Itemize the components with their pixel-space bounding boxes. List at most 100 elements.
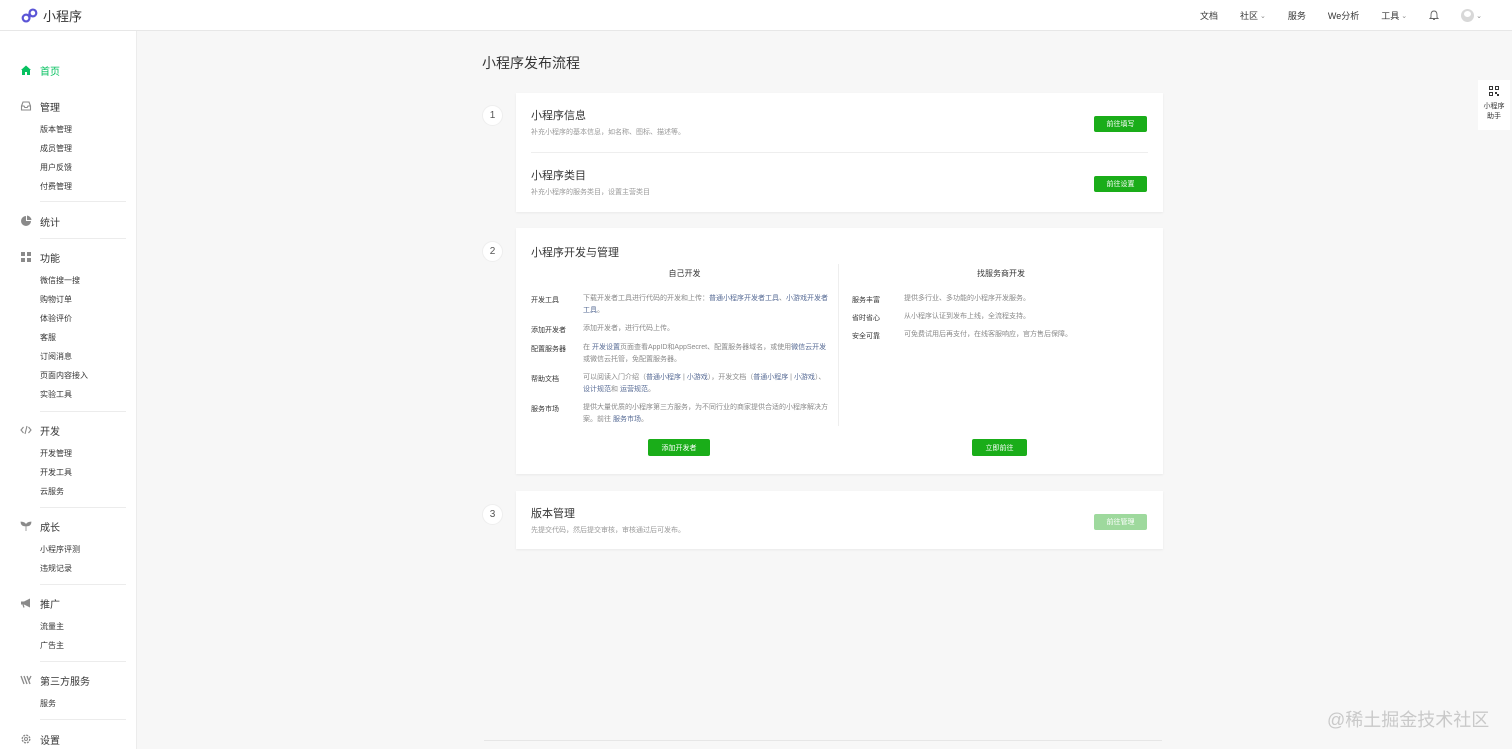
chevron-down-icon: ⌄ — [1260, 12, 1266, 20]
notification-bell-icon[interactable] — [1429, 10, 1440, 21]
dev-settings-link[interactable]: 开发设置 — [592, 344, 620, 351]
design-guide-link[interactable]: 设计规范 — [583, 386, 611, 393]
user-avatar[interactable]: ⌄ — [1461, 9, 1482, 22]
sidebar-item-dev-manage[interactable]: 开发管理 — [40, 444, 137, 463]
info-desc: 补充小程序的基本信息，如名称、图标、描述等。 — [531, 129, 685, 136]
add-developer-button[interactable]: 添加开发者 — [648, 439, 710, 456]
home-icon — [20, 64, 32, 76]
page-title: 小程序发布流程 — [482, 55, 580, 71]
intro-miniprogram-link[interactable]: 普通小程序 — [646, 374, 681, 381]
step-number-2: 2 — [482, 241, 503, 262]
footer-divider — [484, 740, 1162, 741]
nav-tools[interactable]: 工具 ⌄ — [1381, 9, 1407, 22]
sidebar-features-group: 功能 微信搜一搜 购物订单 体验评价 客服 订阅消息 页面内容接入 实验工具 — [0, 249, 137, 404]
watermark: @稀土掘金技术社区 — [1327, 710, 1490, 730]
mini-program-assistant[interactable]: 小程序 助手 — [1478, 80, 1510, 130]
sidebar-item-third-party[interactable]: 第三方服务 — [0, 672, 137, 688]
code-icon — [20, 424, 32, 436]
sidebar-divider — [40, 238, 126, 239]
sidebar-item-growth[interactable]: 成长 — [0, 518, 137, 534]
nav-we-analytics[interactable]: We分析 — [1328, 9, 1359, 22]
text-segment: 。 — [597, 307, 604, 314]
sidebar-item-services[interactable]: 服务 — [40, 694, 137, 713]
sidebar-item-subscribe-messages[interactable]: 订阅消息 — [40, 347, 137, 366]
text-segment: 、 — [779, 295, 786, 302]
nav-community-label: 社区 — [1239, 11, 1258, 21]
vendor-dev-row-text: 从小程序认证到发布上线，全流程支持。 — [904, 313, 1030, 320]
dev-manage-title: 小程序开发与管理 — [531, 247, 619, 259]
docs-minigame-link[interactable]: 小游戏 — [794, 374, 815, 381]
third-party-icon — [20, 674, 32, 686]
nav-docs[interactable]: 文档 — [1200, 9, 1218, 22]
intro-minigame-link[interactable]: 小游戏 — [687, 374, 708, 381]
self-dev-row-text: 添加开发者，进行代码上传。 — [583, 325, 674, 332]
inbox-icon — [20, 100, 32, 112]
sidebar-divider — [40, 584, 126, 585]
standard-devtools-link[interactable]: 普通小程序开发者工具 — [709, 295, 779, 302]
sidebar-item-dev[interactable]: 开发 — [0, 422, 137, 438]
logo-text: 小程序 — [43, 9, 83, 24]
set-category-button[interactable]: 前往设置 — [1094, 176, 1147, 192]
logo[interactable]: 小程序 — [21, 6, 82, 25]
assistant-label-line2: 助手 — [1487, 113, 1501, 120]
text-segment: 和 — [611, 386, 620, 393]
text-segment: 可以阅读入门介绍（ — [583, 374, 646, 381]
sidebar-item-evaluation[interactable]: 小程序评测 — [40, 540, 137, 559]
category-desc: 补充小程序的服务类目，设置主营类目 — [531, 189, 650, 196]
sidebar-manage-label: 管理 — [40, 102, 60, 114]
card-divider — [531, 152, 1148, 153]
sidebar-item-publisher[interactable]: 流量主 — [40, 617, 137, 636]
step2-card: 小程序开发与管理 自己开发 开发工具 下载开发者工具进行代码的开发和上传：普通小… — [516, 228, 1163, 474]
sidebar-settings-group: 设置 — [0, 731, 137, 747]
sidebar: 首页 管理 版本管理 成员管理 用户反馈 付费管理 统计 功能 微信搜一搜 购物… — [0, 31, 137, 749]
sidebar-item-user-feedback[interactable]: 用户反馈 — [40, 158, 137, 177]
avatar-icon — [1461, 9, 1475, 22]
sidebar-item-experience-rating[interactable]: 体验评价 — [40, 309, 137, 328]
sidebar-item-member-manage[interactable]: 成员管理 — [40, 139, 137, 158]
sidebar-growth-label: 成长 — [40, 522, 60, 534]
text-segment: 下载开发者工具进行代码的开发和上传： — [583, 295, 709, 302]
cloud-dev-link[interactable]: 微信云开发 — [791, 344, 826, 351]
sidebar-item-payment-manage[interactable]: 付费管理 — [40, 177, 137, 196]
sidebar-item-promote[interactable]: 推广 — [0, 595, 137, 611]
sidebar-item-customer-service[interactable]: 客服 — [40, 328, 137, 347]
operation-guide-link[interactable]: 运营规范 — [620, 386, 648, 393]
category-title: 小程序类目 — [531, 170, 586, 182]
nav-tools-label: 工具 — [1381, 11, 1400, 21]
self-dev-row-label: 帮助文档 — [531, 376, 559, 383]
docs-miniprogram-link[interactable]: 普通小程序 — [753, 374, 788, 381]
sidebar-item-home[interactable]: 首页 — [0, 62, 137, 78]
sidebar-item-dev-tools[interactable]: 开发工具 — [40, 463, 137, 482]
sidebar-item-page-content[interactable]: 页面内容接入 — [40, 366, 137, 385]
sidebar-item-version-manage[interactable]: 版本管理 — [40, 120, 137, 139]
sidebar-stats-group: 统计 — [0, 213, 137, 229]
self-dev-heading: 自己开发 — [668, 269, 701, 278]
sidebar-item-manage[interactable]: 管理 — [0, 98, 137, 114]
step-number-1: 1 — [482, 105, 503, 126]
sidebar-item-stats[interactable]: 统计 — [0, 213, 137, 229]
self-dev-row-text: 在 开发设置页面查看AppID和AppSecret、配置服务器域名，或使用微信云… — [583, 342, 828, 366]
grid-icon — [20, 251, 32, 263]
chevron-down-icon: ⌄ — [1401, 12, 1408, 20]
step-number-3: 3 — [482, 504, 503, 525]
sidebar-item-experiment-tools[interactable]: 实验工具 — [40, 385, 137, 404]
sidebar-item-wechat-search[interactable]: 微信搜一搜 — [40, 271, 137, 290]
sidebar-item-violation-records[interactable]: 违规记录 — [40, 559, 137, 578]
go-now-button[interactable]: 立即前往 — [972, 439, 1027, 456]
self-dev-row-text: 提供大量优质的小程序第三方服务，为不同行业的商家提供合适的小程序解决方案。前往 … — [583, 402, 828, 426]
sidebar-item-settings[interactable]: 设置 — [0, 731, 137, 747]
sidebar-item-cloud-service[interactable]: 云服务 — [40, 482, 137, 501]
sidebar-item-features[interactable]: 功能 — [0, 249, 137, 265]
sidebar-item-advertiser[interactable]: 广告主 — [40, 636, 137, 655]
go-manage-button[interactable]: 前往管理 — [1094, 514, 1147, 530]
sidebar-item-shopping-orders[interactable]: 购物订单 — [40, 290, 137, 309]
service-market-link[interactable]: 服务市场 — [613, 416, 641, 423]
nav-community[interactable]: 社区 ⌄ — [1240, 9, 1266, 22]
self-dev-row-label: 服务市场 — [531, 406, 559, 413]
sidebar-third-party-label: 第三方服务 — [40, 676, 90, 688]
vendor-dev-row-label: 安全可靠 — [852, 333, 880, 340]
fill-info-button[interactable]: 前往填写 — [1094, 116, 1147, 132]
text-segment: ），开发文档（ — [707, 374, 754, 381]
vendor-dev-row-label: 服务丰富 — [852, 297, 880, 304]
nav-service[interactable]: 服务 — [1288, 9, 1306, 22]
